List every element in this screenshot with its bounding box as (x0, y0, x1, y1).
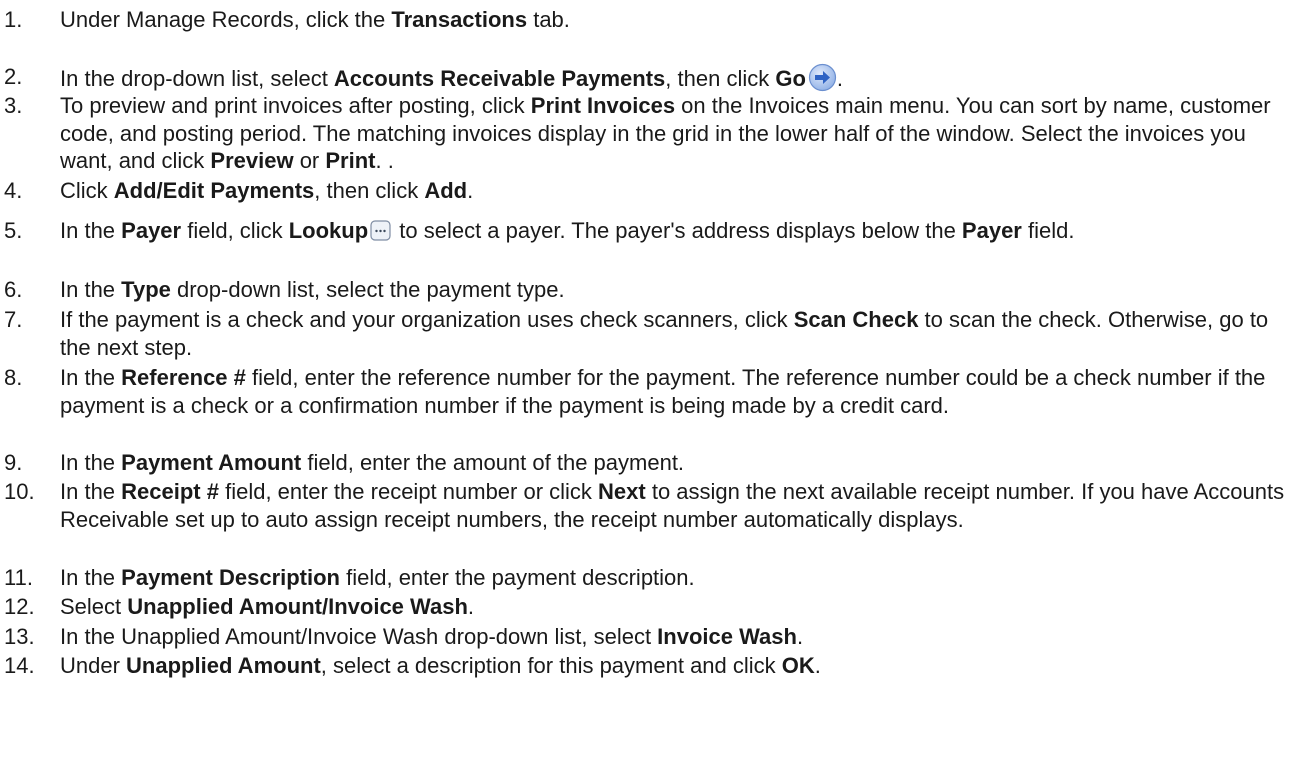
step-text-run: to select a payer. The payer's address d… (393, 218, 962, 243)
step-text-run: If the payment is a check and your organ… (60, 307, 794, 332)
ui-term: Add/Edit Payments (113, 178, 315, 203)
step-5: 5. In the Payer field, click Lookup to se… (0, 217, 1300, 245)
step-3: 3. To preview and print invoices after po… (0, 92, 1300, 175)
step-8: 8. In the Reference # field, enter the re… (0, 364, 1300, 419)
step-number: 1. (4, 7, 23, 32)
step-7: 7. If the payment is a check and your org… (0, 306, 1300, 361)
step-text: To preview and print invoices after post… (60, 92, 1300, 175)
ui-term: Scan Check (793, 307, 919, 332)
step-text: In the Receipt # field, enter the receip… (60, 478, 1300, 533)
step-text-run: . (467, 178, 474, 203)
go-arrow-icon (808, 63, 837, 92)
step-text-run: or (293, 148, 326, 174)
step-number: 9. (4, 450, 23, 475)
step-text-run: field, enter the payment description. (340, 565, 695, 590)
ui-term: Unapplied Amount/Invoice Wash (127, 594, 468, 619)
step-text-run: tab. (527, 7, 570, 32)
step-text-run: , select a description for this payment … (320, 653, 782, 678)
ui-term: Unapplied Amount (126, 653, 321, 678)
step-number: 5. (4, 218, 23, 243)
step-10: 10. In the Receipt # field, enter the rec… (0, 478, 1300, 533)
step-9: 9. In the Payment Amount field, enter the… (0, 449, 1300, 477)
step-number: 12. (4, 594, 35, 619)
ui-term: Add (424, 178, 468, 203)
step-text: In the drop-down list, select Accounts R… (60, 63, 1300, 93)
ui-term: Payment Description (121, 565, 340, 590)
step-12: 12. Select Unapplied Amount/Invoice Wash. (0, 593, 1300, 621)
step-text-run: field, enter the amount of the payment. (301, 450, 685, 475)
step-text-run: In the drop-down list, select (60, 66, 334, 91)
step-text-run: , then click (665, 66, 776, 91)
step-number: 7. (4, 307, 23, 332)
step-text-run: Select (60, 594, 128, 619)
step-text: In the Unapplied Amount/Invoice Wash dro… (60, 623, 1300, 651)
step-text-run: field, click (181, 218, 289, 243)
lookup-icon (370, 220, 391, 241)
ui-term: Payer (961, 218, 1022, 243)
ui-term: Accounts Receivable Payments (333, 66, 666, 91)
step-number: 3. (4, 93, 23, 118)
step-number: 2. (4, 64, 23, 89)
step-text-run: In the (60, 277, 122, 302)
step-text: In the Reference # field, enter the refe… (60, 364, 1300, 419)
ui-term: Lookup (288, 218, 369, 243)
step-text-run: In the (60, 565, 122, 590)
step-text-run: . (814, 653, 821, 678)
step-text-run: To preview and print invoices after post… (60, 93, 531, 118)
instruction-document: 1. Under Manage Records, click the Transa… (0, 0, 1314, 781)
step-14: 14. Under Unapplied Amount, select a desc… (0, 652, 1300, 680)
step-text: Click Add/Edit Payments, then click Add. (60, 177, 1300, 205)
step-text-run: Under (60, 653, 127, 678)
step-text-run: In the (60, 450, 122, 475)
step-1: 1. Under Manage Records, click the Transa… (0, 6, 1300, 34)
step-text: In the Payment Amount field, enter the a… (60, 449, 1300, 477)
ui-term: Payment Amount (121, 450, 302, 475)
step-text: In the Type drop-down list, select the p… (60, 276, 1300, 304)
step-number: 13. (4, 624, 35, 649)
step-text-run: . (836, 66, 844, 91)
step-text-run: drop-down list, select the payment type. (170, 277, 565, 302)
ui-term: Reference # (121, 365, 246, 390)
step-text: In the Payment Description field, enter … (60, 564, 1300, 592)
ui-term: Invoice Wash (657, 624, 797, 649)
step-text: Under Manage Records, click the Transact… (60, 6, 1300, 34)
step-11: 11. In the Payment Description field, ent… (0, 564, 1300, 592)
step-text-run: field. (1021, 218, 1075, 243)
ui-term: Transactions (391, 7, 528, 32)
step-text-run: , then click (314, 178, 425, 203)
step-number: 10. (4, 479, 35, 504)
step-2: 2. In the drop-down list, select Accounts… (0, 63, 1300, 93)
step-text-run: In the (60, 365, 122, 390)
step-text: In the Payer field, click Lookup to sele… (60, 217, 1300, 245)
step-4: 4. Click Add/Edit Payments, then click Ad… (0, 177, 1300, 205)
step-text: If the payment is a check and your organ… (60, 306, 1300, 361)
ui-term: Payer (121, 218, 182, 243)
step-text-run: . . (375, 148, 394, 174)
step-text-run: In the (60, 479, 122, 504)
ui-term: Type (121, 277, 171, 302)
step-text-run: Under Manage Records, click the (60, 7, 392, 32)
ui-term: OK (781, 653, 815, 678)
step-number: 4. (4, 178, 23, 203)
step-text-run: In the (60, 218, 122, 243)
ui-term: Print (325, 148, 376, 174)
step-text: Select Unapplied Amount/Invoice Wash. (60, 593, 1300, 621)
step-number: 6. (4, 277, 23, 302)
step-text-run: Click (60, 178, 114, 203)
step-text-run: In the Unapplied Amount/Invoice Wash dro… (60, 624, 658, 649)
step-text-run: . (467, 594, 475, 619)
ui-term: Go (775, 66, 806, 91)
step-number: 8. (4, 365, 23, 390)
ui-term: Next (598, 479, 646, 504)
step-6: 6. In the Type drop-down list, select the… (0, 276, 1300, 304)
step-text-run: . (796, 624, 804, 649)
step-text-run: field, enter the receipt number or click (218, 479, 599, 504)
step-text: Under Unapplied Amount, select a descrip… (60, 652, 1300, 680)
step-13: 13. In the Unapplied Amount/Invoice Wash … (0, 623, 1300, 651)
ui-term: Print Invoices (530, 93, 676, 118)
ui-term: Receipt # (121, 479, 219, 504)
step-number: 14. (4, 653, 35, 678)
ui-term: Preview (210, 148, 294, 174)
step-number: 11. (4, 565, 33, 590)
